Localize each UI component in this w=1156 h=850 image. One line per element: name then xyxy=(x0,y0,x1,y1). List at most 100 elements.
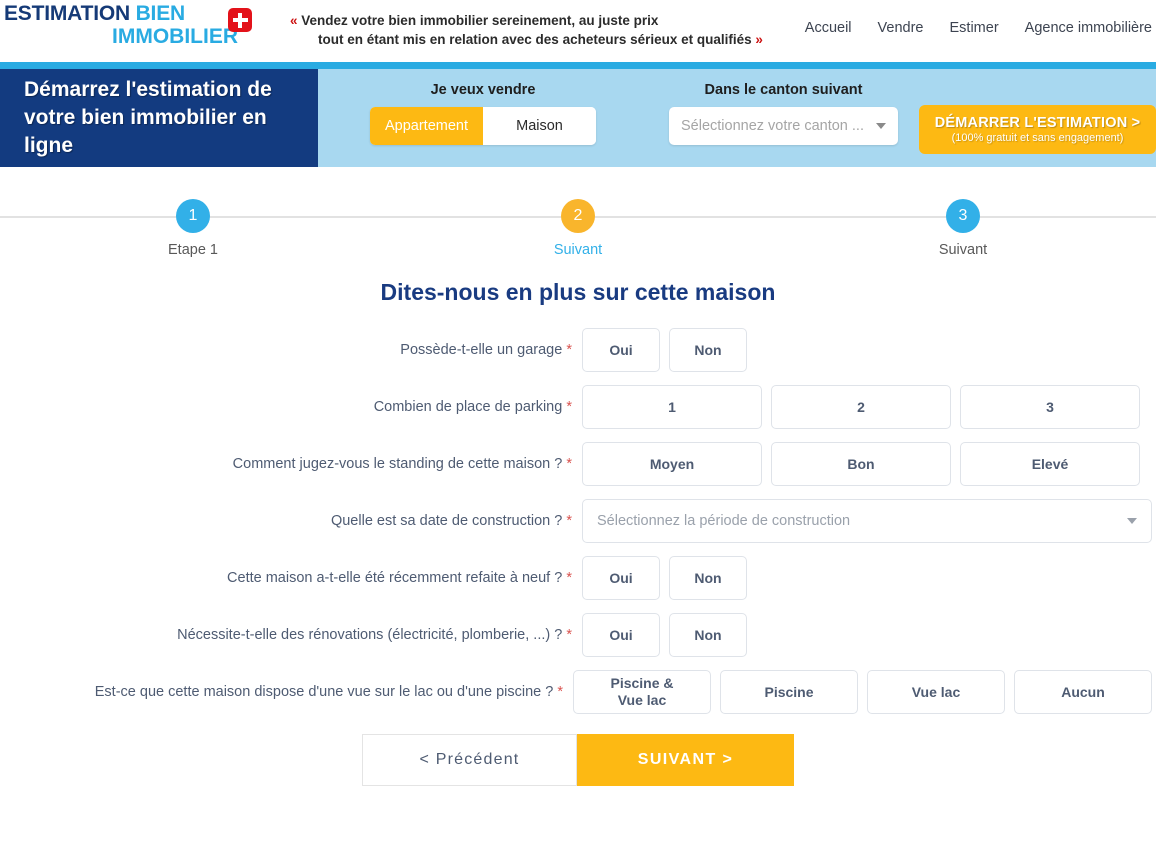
label-renovated: Cette maison a-t-elle été récemment refa… xyxy=(4,570,582,586)
sell-type-group: Je veux vendre Appartement Maison xyxy=(370,82,596,145)
swiss-flag-icon xyxy=(228,8,252,32)
tagline-line-2-wrap: tout en étant mis en relation avec des a… xyxy=(290,30,763,49)
main-navigation: Accueil Vendre Estimer Agence immobilièr… xyxy=(805,0,1156,36)
tagline-line-1: Vendez votre bien immobilier sereinement… xyxy=(301,13,659,28)
previous-button[interactable]: < Précédent xyxy=(362,734,577,786)
banner-heading: Démarrez l'estimation de votre bien immo… xyxy=(24,76,318,160)
form-rows: Possède-t-elle un garage * Oui Non Combi… xyxy=(0,328,1156,786)
options-parking: 1 2 3 xyxy=(582,385,1152,429)
step-3-number: 3 xyxy=(946,199,980,233)
canton-select[interactable]: Sélectionnez votre canton ... xyxy=(669,107,898,145)
option-renovations-oui[interactable]: Oui xyxy=(582,613,660,657)
form-row-renovations-needed: Nécessite-t-elle des rénovations (électr… xyxy=(4,613,1152,657)
step-1-label: Etape 1 xyxy=(168,242,218,258)
estimation-banner: Démarrez l'estimation de votre bien immo… xyxy=(0,69,1156,167)
option-renovated-non[interactable]: Non xyxy=(669,556,747,600)
sell-option-appartement[interactable]: Appartement xyxy=(370,107,483,145)
option-standing-moyen[interactable]: Moyen xyxy=(582,442,762,486)
option-parking-2[interactable]: 2 xyxy=(771,385,951,429)
form-row-renovated: Cette maison a-t-elle été récemment refa… xyxy=(4,556,1152,600)
options-garage: Oui Non xyxy=(582,328,1152,372)
step-2-number: 2 xyxy=(561,199,595,233)
required-mark: * xyxy=(566,513,572,529)
option-standing-eleve[interactable]: Elevé xyxy=(960,442,1140,486)
option-parking-3[interactable]: 3 xyxy=(960,385,1140,429)
step-3[interactable]: 3 Suivant xyxy=(918,189,1008,258)
canton-label: Dans le canton suivant xyxy=(704,82,863,98)
start-estimation-label: DÉMARRER L'ESTIMATION > xyxy=(934,115,1141,131)
banner-heading-panel: Démarrez l'estimation de votre bien immo… xyxy=(0,69,318,167)
sell-type-label: Je veux vendre xyxy=(430,82,536,98)
canton-group: Dans le canton suivant Sélectionnez votr… xyxy=(669,82,898,145)
form-row-construction-date: Quelle est sa date de construction ? * S… xyxy=(4,499,1152,543)
start-estimation-button[interactable]: DÉMARRER L'ESTIMATION > (100% gratuit et… xyxy=(919,105,1156,154)
label-standing-text: Comment jugez-vous le standing de cette … xyxy=(232,456,563,472)
nav-item-accueil[interactable]: Accueil xyxy=(805,20,852,36)
nav-item-agence-immobiliere[interactable]: Agence immobilière xyxy=(1025,20,1152,36)
option-renovated-oui[interactable]: Oui xyxy=(582,556,660,600)
option-piscine[interactable]: Piscine xyxy=(720,670,858,714)
required-mark: * xyxy=(566,570,572,586)
label-renovations-needed: Nécessite-t-elle des rénovations (électr… xyxy=(4,627,582,643)
required-mark: * xyxy=(566,342,572,358)
progress-stepper: 1 Etape 1 2 Suivant 3 Suivant xyxy=(0,189,1156,267)
form-row-standing: Comment jugez-vous le standing de cette … xyxy=(4,442,1152,486)
site-logo[interactable]: ESTIMATION BIEN IMMOBILIER xyxy=(0,0,272,48)
logo-word-bien: BIEN xyxy=(135,2,186,25)
construction-period-placeholder: Sélectionnez la période de construction xyxy=(597,513,851,529)
form-row-garage: Possède-t-elle un garage * Oui Non xyxy=(4,328,1152,372)
option-piscine-vue-lac[interactable]: Piscine & Vue lac xyxy=(573,670,711,714)
label-construction-date: Quelle est sa date de construction ? * xyxy=(4,513,582,529)
step-2-label: Suivant xyxy=(553,242,603,258)
option-parking-1[interactable]: 1 xyxy=(582,385,762,429)
tagline-line-2: tout en étant mis en relation avec des a… xyxy=(318,32,752,47)
logo-word-estimation: ESTIMATION xyxy=(4,2,130,25)
label-parking: Combien de place de parking * xyxy=(4,399,582,415)
label-renovated-text: Cette maison a-t-elle été récemment refa… xyxy=(227,570,563,586)
nav-item-vendre[interactable]: Vendre xyxy=(878,20,924,36)
accent-strip xyxy=(0,62,1156,69)
required-mark: * xyxy=(557,684,563,700)
next-button[interactable]: SUIVANT > xyxy=(577,734,794,786)
option-vue-lac[interactable]: Vue lac xyxy=(867,670,1005,714)
quote-open-mark: « xyxy=(290,13,298,28)
option-renovations-non[interactable]: Non xyxy=(669,613,747,657)
options-standing: Moyen Bon Elevé xyxy=(582,442,1152,486)
chevron-down-icon xyxy=(876,123,886,129)
banner-heading-line-2: votre bien immobilier en ligne xyxy=(24,106,267,157)
options-lake-pool: Piscine & Vue lac Piscine Vue lac Aucun xyxy=(573,670,1152,714)
sell-type-toggle: Appartement Maison xyxy=(370,107,596,145)
quote-close-mark: » xyxy=(755,32,763,47)
form-footer: < Précédent SUIVANT > xyxy=(4,734,1152,786)
form-row-lake-pool: Est-ce que cette maison dispose d'une vu… xyxy=(4,670,1152,714)
required-mark: * xyxy=(566,399,572,415)
construction-period-select[interactable]: Sélectionnez la période de construction xyxy=(582,499,1152,543)
label-lake-pool-text: Est-ce que cette maison dispose d'une vu… xyxy=(94,684,554,700)
header-tagline: « Vendez votre bien immobilier sereineme… xyxy=(272,0,763,49)
step-3-label: Suivant xyxy=(938,242,988,258)
label-standing: Comment jugez-vous le standing de cette … xyxy=(4,456,582,472)
banner-form-panel: Je veux vendre Appartement Maison Dans l… xyxy=(318,69,1156,167)
form-title: Dites-nous en plus sur cette maison xyxy=(380,279,776,305)
option-aucun[interactable]: Aucun xyxy=(1014,670,1152,714)
label-lake-pool: Est-ce que cette maison dispose d'une vu… xyxy=(4,684,573,700)
required-mark: * xyxy=(566,627,572,643)
nav-item-estimer[interactable]: Estimer xyxy=(950,20,999,36)
label-parking-text: Combien de place de parking xyxy=(373,399,563,415)
step-1[interactable]: 1 Etape 1 xyxy=(148,189,238,258)
banner-heading-line-1: Démarrez l'estimation de xyxy=(24,78,272,101)
option-garage-non[interactable]: Non xyxy=(669,328,747,372)
sell-option-maison[interactable]: Maison xyxy=(483,107,596,145)
chevron-down-icon xyxy=(1127,518,1137,524)
options-renovations-needed: Oui Non xyxy=(582,613,1152,657)
label-construction-date-text: Quelle est sa date de construction ? xyxy=(330,513,563,529)
step-1-number: 1 xyxy=(176,199,210,233)
option-garage-oui[interactable]: Oui xyxy=(582,328,660,372)
label-garage: Possède-t-elle un garage * xyxy=(4,342,582,358)
page-header: ESTIMATION BIEN IMMOBILIER « Vendez votr… xyxy=(0,0,1156,62)
step-2[interactable]: 2 Suivant xyxy=(533,189,623,258)
label-garage-text: Possède-t-elle un garage xyxy=(400,342,563,358)
form-row-parking: Combien de place de parking * 1 2 3 xyxy=(4,385,1152,429)
option-standing-bon[interactable]: Bon xyxy=(771,442,951,486)
options-renovated: Oui Non xyxy=(582,556,1152,600)
